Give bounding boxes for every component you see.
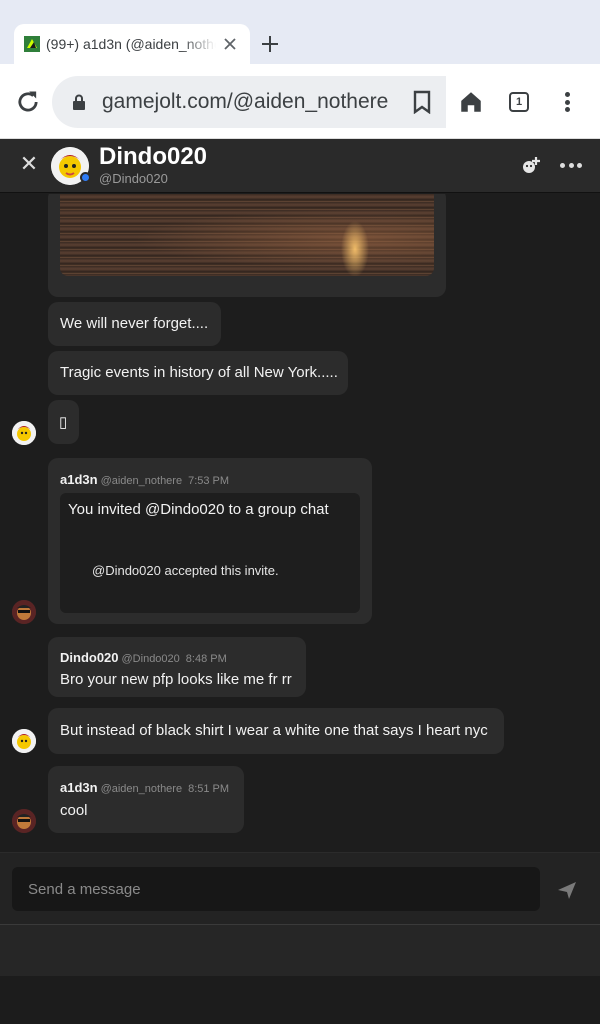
system-navigation-bar — [0, 976, 600, 1024]
message-author[interactable]: a1d3n — [60, 472, 98, 487]
message-time: 8:51 PM — [188, 783, 230, 795]
message-text: Bro your new pfp looks like me fr rr — [60, 671, 292, 688]
send-icon[interactable] — [556, 879, 578, 901]
bookmark-icon[interactable] — [412, 90, 432, 114]
reload-icon[interactable] — [14, 88, 42, 116]
message-bubble: Tragic events in history of all New York… — [48, 351, 348, 395]
chat-handle: @Dindo020 — [99, 171, 168, 186]
new-tab-icon[interactable] — [258, 32, 282, 56]
image-message[interactable] — [48, 194, 446, 297]
message-composer — [0, 852, 600, 924]
message-text: ▯ — [59, 414, 68, 431]
message-list[interactable]: We will never forget.... Tragic events i… — [0, 194, 600, 852]
browser-toolbar: gamejolt.com/@aiden_nothere 1 — [0, 64, 600, 139]
message-bubble: Dindo020 @Dindo020 8:48 PM Bro your new pf… — [48, 637, 306, 697]
close-chat-icon[interactable]: ✕ — [18, 151, 40, 176]
home-icon[interactable] — [458, 89, 484, 115]
avatar[interactable] — [12, 421, 36, 445]
message-handle: @aiden_nothere — [100, 475, 183, 487]
group-invite-card[interactable]: You invited @Dindo020 to a group chat @D… — [60, 493, 360, 613]
avatar[interactable] — [51, 147, 91, 185]
message-bubble: a1d3n @aiden_nothere 8:51 PM cool — [48, 766, 244, 833]
message-header: a1d3n @aiden_nothere 7:53 PM — [60, 471, 229, 489]
message-text: Tragic events in history of all New York… — [60, 364, 338, 381]
message-handle: @aiden_nothere — [100, 783, 183, 795]
invite-status: @Dindo020 accepted this invite. — [92, 563, 279, 578]
message-bubble: But instead of black shirt I wear a whit… — [48, 708, 504, 754]
tab-title: (99+) a1d3n (@aiden_nothere — [46, 36, 216, 52]
message-bubble: ▯ — [48, 400, 79, 444]
message-author[interactable]: Dindo020 — [60, 650, 119, 665]
message-text: But instead of black shirt I wear a whit… — [60, 722, 488, 739]
address-bar[interactable]: gamejolt.com/@aiden_nothere — [52, 76, 446, 128]
online-status-dot — [80, 172, 91, 183]
tab-switcher-button[interactable]: 1 — [509, 92, 529, 112]
message-author[interactable]: a1d3n — [60, 780, 98, 795]
browser-menu-icon[interactable] — [556, 89, 578, 115]
lock-icon — [73, 94, 85, 110]
message-text: cool — [60, 802, 88, 819]
more-options-icon[interactable] — [560, 163, 582, 169]
add-friend-icon[interactable] — [520, 155, 542, 175]
invite-message: a1d3n @aiden_nothere 7:53 PM You invited @… — [48, 458, 372, 624]
chat-title: Dindo020 — [99, 143, 208, 170]
url-text[interactable]: gamejolt.com/@aiden_nothere — [102, 90, 400, 114]
message-header: Dindo020 @Dindo020 8:48 PM — [60, 649, 227, 667]
close-tab-icon[interactable] — [220, 34, 240, 54]
message-input[interactable] — [12, 867, 540, 911]
browser-tab[interactable]: (99+) a1d3n (@aiden_nothere — [14, 24, 250, 64]
message-time: 8:48 PM — [185, 653, 227, 665]
message-header: a1d3n @aiden_nothere 8:51 PM — [60, 779, 229, 797]
message-text: We will never forget.... — [60, 315, 209, 332]
chat-header: ✕ Dindo020 @Dindo020 — [0, 139, 600, 193]
message-time: 7:53 PM — [188, 475, 230, 487]
message-handle: @Dindo020 — [121, 653, 180, 665]
message-bubble: We will never forget.... — [48, 302, 221, 346]
invite-title: You invited @Dindo020 to a group chat — [68, 501, 329, 518]
browser-tab-strip: (99+) a1d3n (@aiden_nothere — [0, 0, 600, 64]
avatar[interactable] — [12, 600, 36, 624]
message-image[interactable] — [60, 194, 434, 276]
composer-toolbar — [0, 924, 600, 976]
avatar[interactable] — [12, 729, 36, 753]
avatar[interactable] — [12, 809, 36, 833]
gamejolt-favicon-icon — [24, 36, 40, 52]
